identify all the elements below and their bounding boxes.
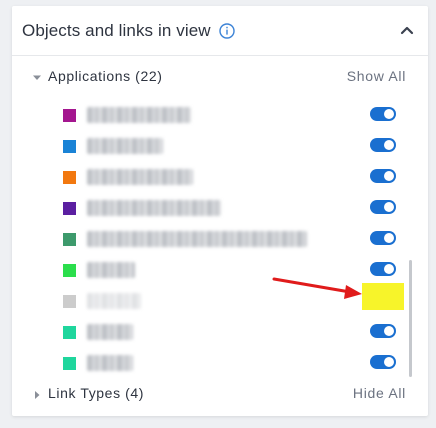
application-row[interactable]: Ad Manager Integration — [12, 193, 412, 224]
applications-label: Applications (22) — [48, 68, 163, 84]
panel-title: Objects and links in view — [22, 21, 211, 40]
application-name: Google Play Store — [87, 169, 193, 185]
show-all-button[interactable]: Show All — [347, 68, 406, 84]
visibility-toggle[interactable] — [370, 231, 396, 245]
application-row[interactable]: Hotjar — [12, 317, 412, 348]
color-swatch — [63, 326, 76, 339]
toggle-knob — [384, 357, 394, 367]
link-types-section-header[interactable]: Link Types (4) Hide All — [12, 381, 428, 407]
application-name: Pixel Ads — [87, 355, 133, 371]
applications-section-header[interactable]: Applications (22) Show All — [12, 64, 428, 90]
color-swatch — [63, 109, 76, 122]
visibility-toggle[interactable] — [370, 169, 396, 183]
info-icon[interactable] — [218, 22, 236, 40]
application-name: Search Console Web App Verification Tag — [87, 231, 307, 247]
application-name: Firebase — [87, 262, 135, 278]
visibility-toggle[interactable] — [370, 355, 396, 369]
color-swatch — [63, 171, 76, 184]
visibility-toggle[interactable] — [370, 107, 396, 121]
application-row[interactable]: Firebase — [12, 255, 412, 286]
toggle-knob — [384, 326, 394, 336]
annotation-highlight — [362, 283, 404, 310]
hide-all-button[interactable]: Hide All — [353, 385, 406, 401]
toggle-knob — [384, 233, 394, 243]
application-name: Optimize — [87, 293, 141, 309]
color-swatch — [63, 357, 76, 370]
toggle-knob — [384, 171, 394, 181]
toggle-knob — [384, 140, 394, 150]
toggle-knob — [384, 202, 394, 212]
chevron-up-icon[interactable] — [396, 19, 418, 41]
link-types-label: Link Types (4) — [48, 385, 145, 401]
caret-down-icon[interactable] — [32, 73, 42, 83]
application-row[interactable]: Google Play Store — [12, 162, 412, 193]
color-swatch — [63, 202, 76, 215]
application-row[interactable]: Google_Analytics — [12, 100, 412, 131]
application-row[interactable]: Pixel Ads — [12, 348, 412, 379]
color-swatch — [63, 233, 76, 246]
visibility-toggle[interactable] — [370, 262, 396, 276]
toggle-knob — [384, 109, 394, 119]
objects-links-panel: Objects and links in view Applications (… — [12, 6, 428, 416]
color-swatch — [63, 295, 76, 308]
application-name: Google_Analytics — [87, 107, 191, 123]
toggle-knob — [384, 264, 394, 274]
caret-right-icon[interactable] — [32, 390, 42, 400]
visibility-toggle[interactable] — [370, 324, 396, 338]
scrollbar[interactable] — [409, 260, 412, 377]
color-swatch — [63, 264, 76, 277]
panel-header: Objects and links in view — [12, 6, 428, 56]
visibility-toggle[interactable] — [370, 138, 396, 152]
application-name: Ad Manager Integration — [87, 200, 221, 216]
application-row[interactable]: Google Ads — [12, 131, 412, 162]
visibility-toggle[interactable] — [370, 200, 396, 214]
color-swatch — [63, 140, 76, 153]
application-name: Google Ads — [87, 138, 163, 154]
application-row[interactable]: Search Console Web App Verification Tag — [12, 224, 412, 255]
application-name: Hotjar — [87, 324, 133, 340]
application-row[interactable]: Optimize — [12, 286, 412, 317]
